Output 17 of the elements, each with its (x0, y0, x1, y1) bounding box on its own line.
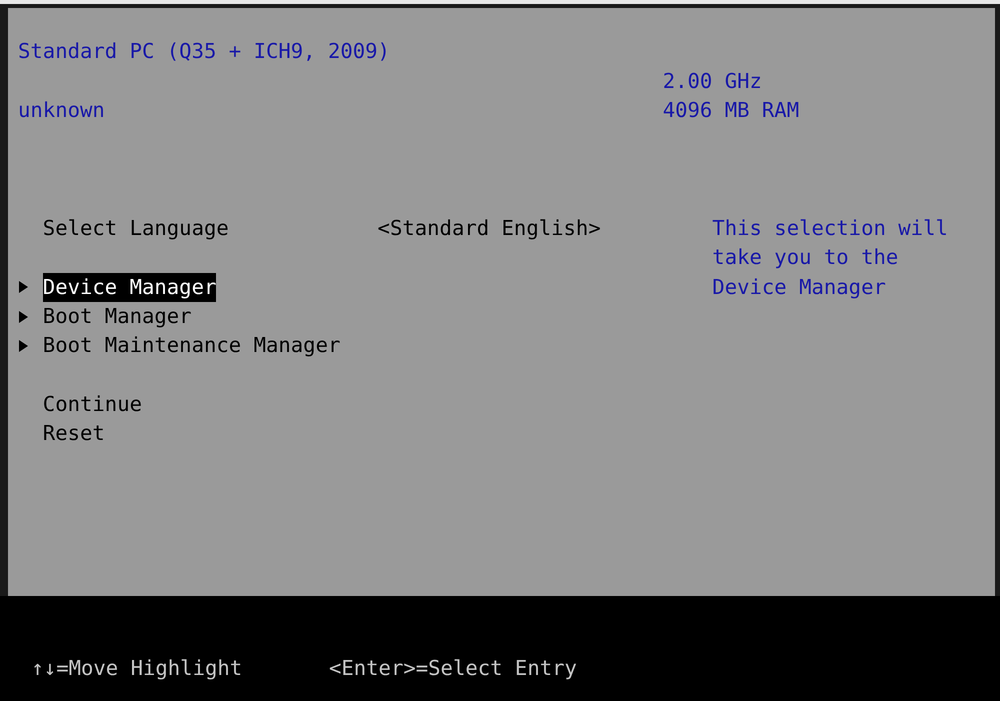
menu-item[interactable]: Device Manager (42, 272, 216, 302)
triangle-icon (19, 281, 28, 294)
machine-title: Standard PC (Q35 + ICH9, 2009) (18, 38, 390, 66)
key-hint: <Enter>=Select Entry (328, 656, 577, 680)
language-label[interactable]: Select Language (42, 214, 229, 244)
memory-text: 4096 MB RAM (662, 97, 800, 124)
cpu-speed-text: 2.00 GHz (662, 68, 762, 95)
key-hint: ↑↓=Move Highlight (31, 656, 242, 680)
menu-item[interactable]: Reset (42, 419, 105, 449)
machine-subtitle: unknown (18, 97, 105, 124)
menu-item[interactable]: Boot Maintenance Manager (42, 331, 340, 361)
triangle-icon (19, 340, 28, 352)
menu-item[interactable]: Boot Manager (42, 302, 192, 332)
menu-item[interactable]: Continue (42, 390, 142, 420)
help-text: This selection will take you to the Device Manager (712, 214, 949, 301)
language-value[interactable]: <Standard English> (378, 214, 601, 244)
triangle-icon (19, 310, 28, 323)
